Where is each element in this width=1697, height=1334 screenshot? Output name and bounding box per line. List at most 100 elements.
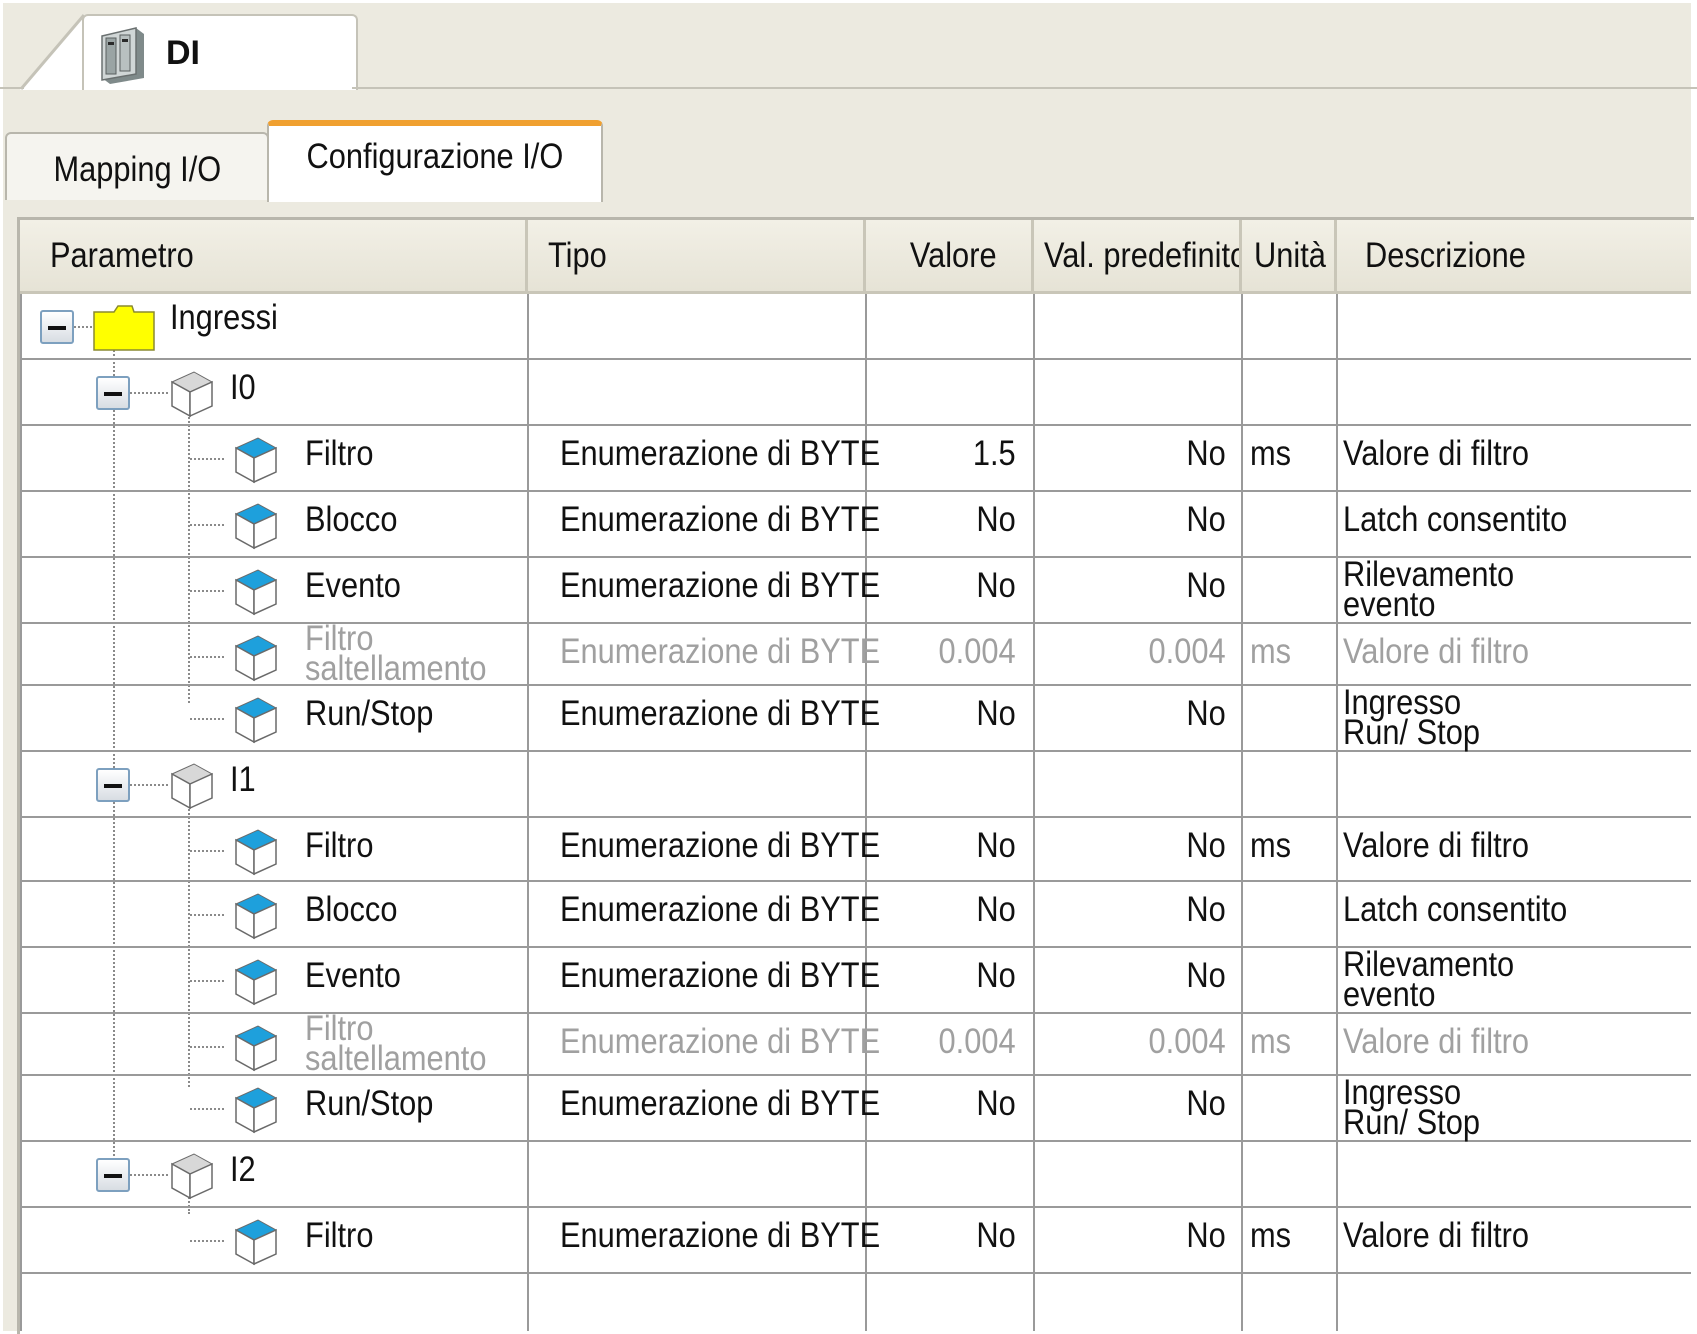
param-descrizione: Rilevamento evento: [1343, 557, 1543, 622]
tree-label-i2: I2: [230, 1152, 259, 1188]
param-name: Blocco: [305, 502, 410, 538]
param-tipo-text: Enumerazione di BYTE: [560, 632, 881, 671]
tree-row-ingressi[interactable]: Ingressi: [20, 294, 1691, 360]
param-valore: No: [866, 892, 1016, 928]
tree-connector: [190, 718, 224, 720]
param-row[interactable]: Blocco Enumerazione di BYTE No No Latch cons…: [20, 882, 1691, 948]
collapse-toggle-ingressi[interactable]: [40, 310, 74, 344]
param-row[interactable]: Run/Stop Enumerazione di BYTE No No Ingresso…: [20, 1075, 1691, 1142]
param-tipo-text: Enumerazione di BYTE: [560, 1084, 881, 1123]
tab-mapping-io[interactable]: Mapping I/O: [5, 132, 269, 200]
param-cube-icon: [234, 503, 278, 550]
param-cube-icon: [234, 959, 278, 1006]
param-name-text: Blocco: [305, 500, 398, 539]
param-predefinito: No: [1034, 892, 1226, 928]
param-row[interactable]: Filtro saltellamento Enumerazione di BYTE…: [20, 621, 1691, 686]
tree-connector: [190, 656, 224, 658]
param-name-text: Evento: [305, 956, 401, 995]
tree-connector: [190, 850, 224, 852]
param-row[interactable]: Filtro saltellamento Enumerazione di BYTE…: [20, 1011, 1691, 1076]
tree-connector: [74, 326, 92, 328]
param-cube-icon: [234, 569, 278, 616]
param-name: Filtro: [305, 436, 383, 472]
param-valore: No: [866, 696, 1016, 732]
param-valore-text: 0.004: [938, 632, 1016, 671]
folder-icon: [93, 305, 155, 351]
param-valore: No: [866, 1218, 1016, 1254]
param-row[interactable]: Blocco Enumerazione di BYTE No No Latch cons…: [20, 492, 1691, 558]
param-descrizione: Valore di filtro: [1343, 1024, 1554, 1060]
param-descrizione-text: Valore di filtro: [1343, 1022, 1530, 1061]
param-unita-text: ms: [1250, 1216, 1292, 1255]
param-predefinito: 0.004: [1034, 1024, 1226, 1060]
param-tipo-text: Enumerazione di BYTE: [560, 566, 881, 605]
tree-connector: [190, 524, 224, 526]
column-header-parametro-label: Parametro: [50, 235, 194, 275]
param-valore-text: No: [976, 826, 1016, 865]
param-name-text: Run/Stop: [305, 694, 434, 733]
param-descrizione: Rilevamento evento: [1343, 945, 1543, 1014]
param-unita-text: ms: [1250, 826, 1292, 865]
param-valore-text: No: [976, 1216, 1016, 1255]
channel-cube-icon: [170, 1153, 214, 1200]
param-row[interactable]: Evento Enumerazione di BYTE No No Rilevament…: [20, 557, 1691, 624]
param-cube-icon: [234, 635, 278, 682]
collapse-toggle-i2[interactable]: [96, 1158, 130, 1192]
param-descrizione-text: Rilevamento evento: [1343, 945, 1515, 1014]
param-tipo-text: Enumerazione di BYTE: [560, 956, 881, 995]
param-descrizione-text: Valore di filtro: [1343, 826, 1530, 865]
param-predefinito: No: [1034, 696, 1226, 732]
param-name-text: Run/Stop: [305, 1084, 434, 1123]
param-row[interactable]: Filtro Enumerazione di BYTE 1.5 No ms Valore …: [20, 426, 1691, 492]
collapse-toggle-i1[interactable]: [96, 768, 130, 802]
param-name-text: Filtro: [305, 826, 374, 865]
param-predefinito-text: No: [1186, 956, 1226, 995]
param-cube-icon: [234, 1025, 278, 1072]
param-name: Run/Stop: [305, 696, 451, 732]
column-header-parametro[interactable]: Parametro: [20, 220, 528, 294]
param-predefinito-text: No: [1186, 566, 1226, 605]
param-descrizione: Valore di filtro: [1343, 828, 1554, 864]
column-header-tipo[interactable]: Tipo: [528, 220, 866, 294]
param-descrizione-text: Latch consentito: [1343, 890, 1568, 929]
collapse-toggle-i0[interactable]: [96, 376, 130, 410]
param-descrizione: Ingresso Run/ Stop: [1343, 685, 1543, 750]
param-cube-icon: [234, 697, 278, 744]
param-predefinito-text: No: [1186, 694, 1226, 733]
column-header-unita[interactable]: Unità: [1242, 220, 1337, 294]
param-descrizione: Valore di filtro: [1343, 634, 1554, 670]
tree-row-channel-i2[interactable]: I2: [20, 1142, 1691, 1208]
tab-configurazione-io[interactable]: Configurazione I/O: [267, 120, 603, 202]
tree-connector: [130, 1174, 168, 1176]
param-tipo-text: Enumerazione di BYTE: [560, 1022, 881, 1061]
tree-connector: [190, 1108, 224, 1110]
column-header-val-predefinito[interactable]: Val. predefinito: [1034, 220, 1242, 294]
param-row[interactable]: Filtro Enumerazione di BYTE No No ms Valore d…: [20, 1208, 1691, 1274]
tab-mapping-io-label: Mapping I/O: [53, 150, 221, 189]
param-valore-text: No: [976, 956, 1016, 995]
tree-row-channel-i0[interactable]: I0: [20, 360, 1691, 426]
param-valore: No: [866, 568, 1016, 604]
document-tab-title: DI: [166, 34, 200, 72]
column-header-unita-label: Unità: [1254, 235, 1326, 275]
tree-row-channel-i1[interactable]: I1: [20, 752, 1691, 818]
param-tipo-text: Enumerazione di BYTE: [560, 434, 881, 473]
column-header-descrizione-label: Descrizione: [1365, 235, 1526, 275]
param-predefinito-text: 0.004: [1148, 1022, 1226, 1061]
param-tipo-text: Enumerazione di BYTE: [560, 890, 881, 929]
param-predefinito-text: 0.004: [1148, 632, 1226, 671]
param-row[interactable]: Run/Stop Enumerazione di BYTE No No Ingresso…: [20, 685, 1691, 752]
param-name: Evento: [305, 568, 414, 604]
param-valore-text: No: [976, 1084, 1016, 1123]
tab-strip-border: [352, 87, 1697, 89]
param-row[interactable]: Evento Enumerazione di BYTE No No Rilevament…: [20, 945, 1691, 1014]
param-valore: 0.004: [866, 1024, 1016, 1060]
document-tab[interactable]: DI: [82, 14, 358, 90]
param-row[interactable]: Filtro Enumerazione di BYTE No No ms Valore d…: [20, 818, 1691, 882]
param-unita-text: ms: [1250, 632, 1292, 671]
param-unita: ms: [1250, 1024, 1297, 1060]
param-valore: 0.004: [866, 634, 1016, 670]
param-valore: No: [866, 828, 1016, 864]
column-header-valore[interactable]: Valore: [866, 220, 1034, 294]
column-header-descrizione[interactable]: Descrizione: [1337, 220, 1691, 294]
